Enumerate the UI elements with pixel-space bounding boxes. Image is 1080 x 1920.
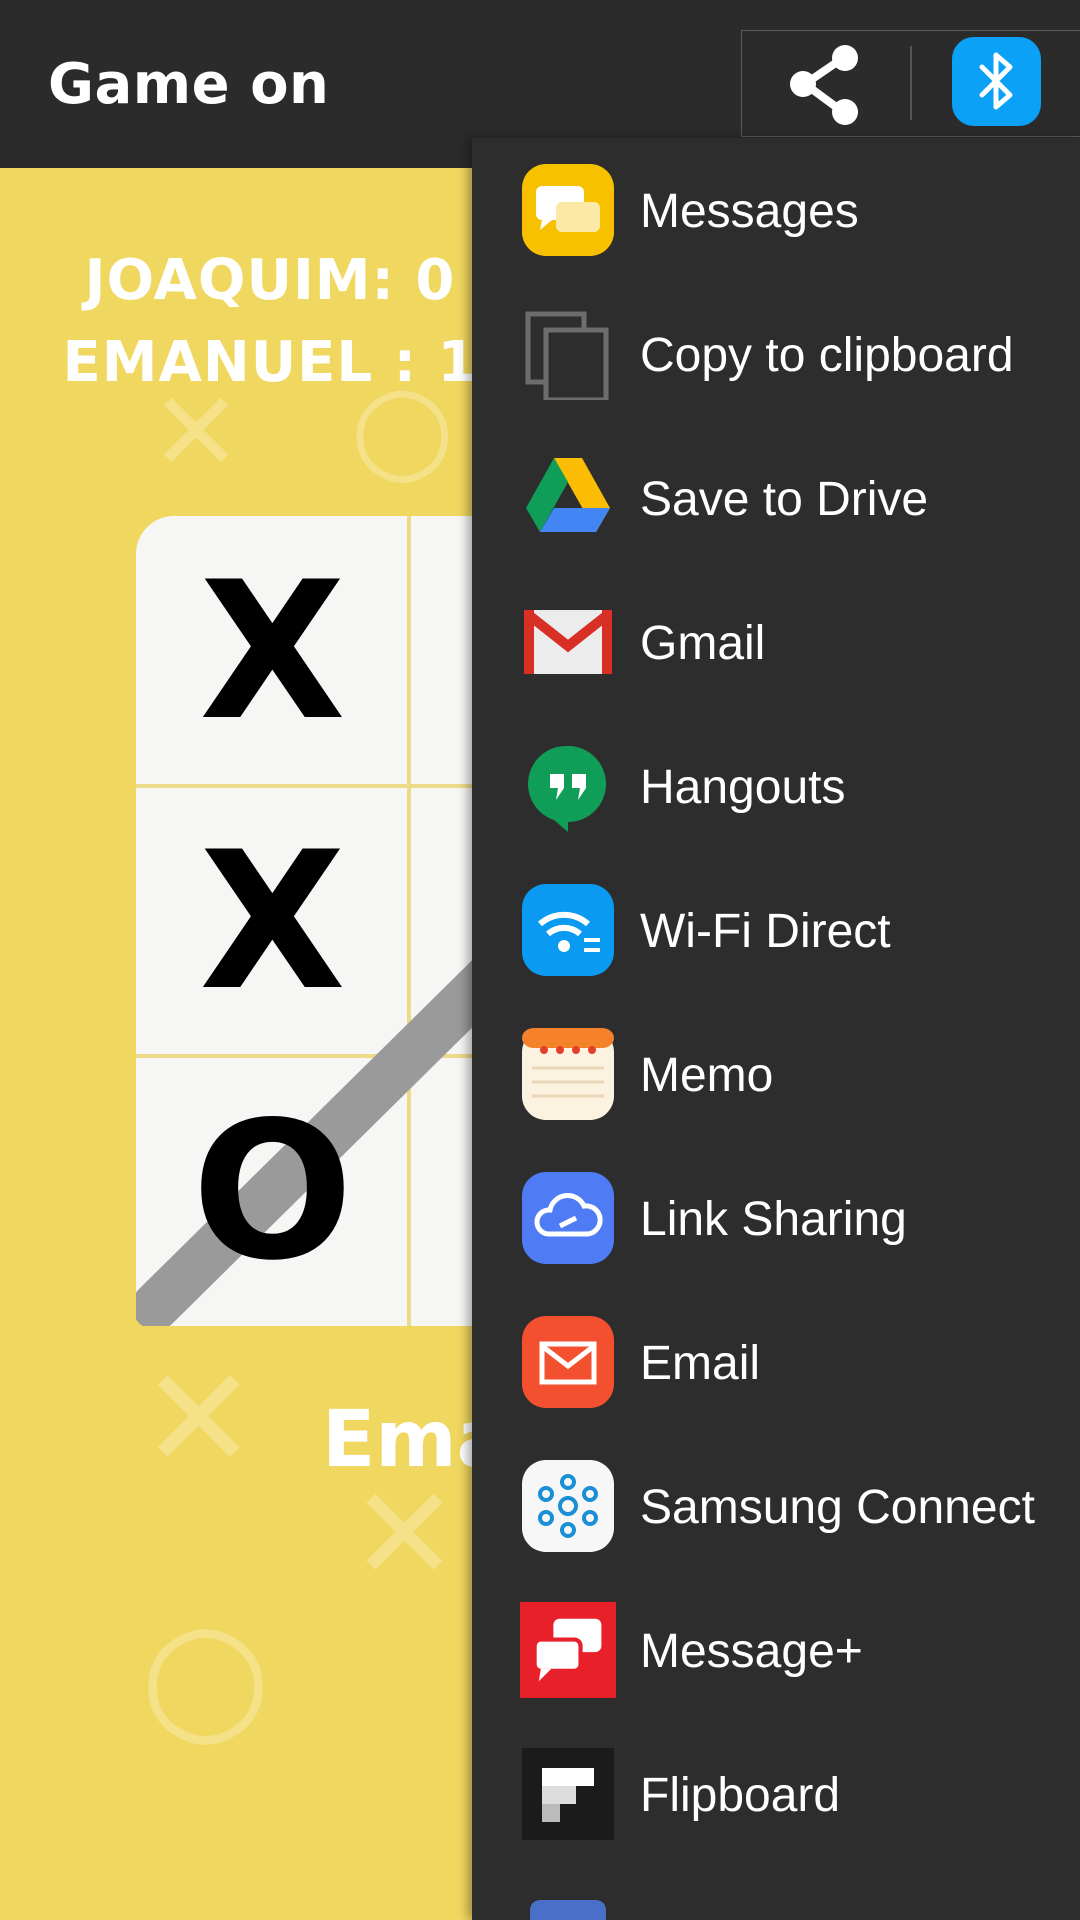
share-item-link-sharing[interactable]: Link Sharing <box>472 1146 1080 1290</box>
board-cell-2-0[interactable]: O <box>136 1056 409 1326</box>
messages-icon <box>522 164 614 256</box>
share-item-hangouts[interactable]: Hangouts <box>472 714 1080 858</box>
share-item-gmail[interactable]: Gmail <box>472 570 1080 714</box>
share-item-label: Samsung Connect <box>640 1481 1035 1534</box>
share-item-label: Memo <box>640 1049 774 1102</box>
share-item-label: Hangouts <box>640 761 846 814</box>
share-item-label: Link Sharing <box>640 1193 907 1246</box>
share-item-save-to-drive[interactable]: Save to Drive <box>472 426 1080 570</box>
share-item-samsung-connect[interactable]: Samsung Connect <box>472 1434 1080 1578</box>
share-item-wifi-direct[interactable]: Wi-Fi Direct <box>472 858 1080 1002</box>
share-item-label: Copy to clipboard <box>640 329 1014 382</box>
score-player-2: EMANUEL : 1 <box>62 330 478 395</box>
share-item-messages[interactable]: Messages <box>472 138 1080 282</box>
action-divider <box>910 46 912 120</box>
share-item-label: Save to Drive <box>640 473 929 526</box>
share-item-flipboard[interactable]: Flipboard <box>472 1722 1080 1866</box>
gmail-icon <box>524 610 612 674</box>
copy-icon <box>525 311 609 400</box>
share-item-label: Messages <box>640 185 859 238</box>
wifi-direct-icon <box>522 884 614 976</box>
flipboard-icon <box>522 1748 614 1840</box>
share-item-copy-to-clipboard[interactable]: Copy to clipboard <box>472 282 1080 426</box>
decor-x-mark: ✕ <box>140 1338 258 1501</box>
share-item-label: Email <box>640 1337 761 1390</box>
bluetooth-icon <box>979 52 1013 110</box>
app-title: Game on <box>48 52 330 117</box>
share-icon <box>790 45 858 125</box>
link-sharing-icon <box>522 1172 614 1264</box>
share-item-label: Flipboard <box>640 1769 841 1822</box>
share-item-label: Gmail <box>640 617 766 670</box>
score-player-1: JOAQUIM: 0 <box>84 248 456 313</box>
email-icon <box>522 1316 614 1408</box>
hangouts-icon <box>528 745 606 832</box>
message-plus-icon <box>520 1602 616 1698</box>
partial-app-icon <box>530 1900 606 1920</box>
board-cell-0-0[interactable]: X <box>136 516 409 786</box>
share-item-message-plus[interactable]: Message+ <box>472 1578 1080 1722</box>
share-item-label: Message+ <box>640 1625 863 1678</box>
memo-icon <box>522 1028 614 1120</box>
share-item-email[interactable]: Email <box>472 1290 1080 1434</box>
decor-o-mark: ○ <box>140 1588 271 1762</box>
share-item-memo[interactable]: Memo <box>472 1002 1080 1146</box>
samsung-connect-icon <box>522 1460 614 1552</box>
share-button[interactable] <box>783 42 867 126</box>
drive-icon <box>526 458 610 532</box>
board-cell-1-0[interactable]: X <box>136 786 409 1056</box>
share-sheet: Messages Copy to clipboard Save to Drive… <box>472 138 1080 1920</box>
share-item-label: Wi-Fi Direct <box>640 905 891 958</box>
bluetooth-button[interactable] <box>952 37 1041 126</box>
